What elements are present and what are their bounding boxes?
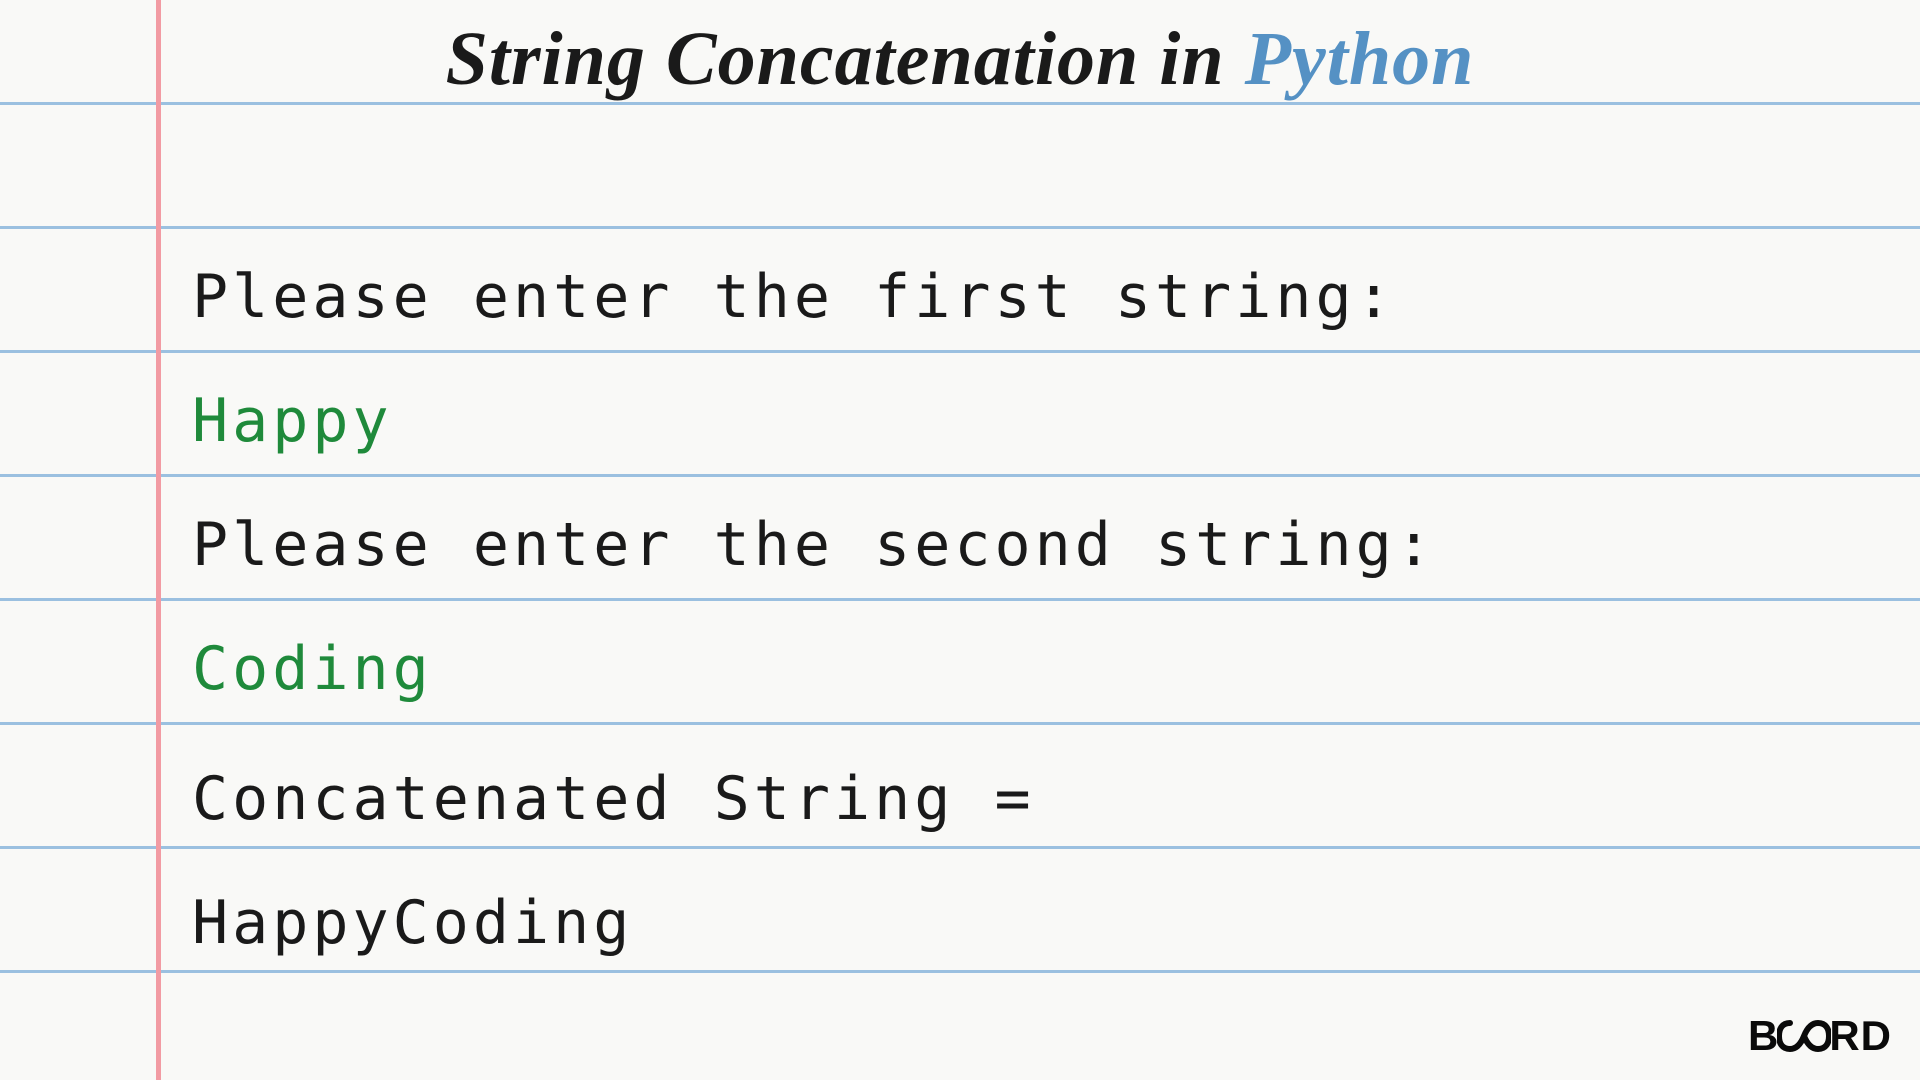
title-accent: Python [1245,17,1475,101]
logo-left: B [1748,1012,1779,1060]
rule-line [0,226,1920,229]
margin-line [156,0,161,1080]
prompt-second-string: Please enter the second string: [192,510,1436,580]
prompt-first-string: Please enter the first string: [192,262,1396,332]
infinity-icon [1777,1019,1831,1053]
rule-line [0,474,1920,477]
rule-line [0,722,1920,725]
notebook-paper: String Concatenation in Python Please en… [0,0,1920,1080]
board-logo: B RD [1748,1012,1892,1060]
input-first-string: Happy [192,386,393,456]
result-value: HappyCoding [192,888,633,958]
rule-line [0,598,1920,601]
title-main: String Concatenation in [446,17,1245,101]
rule-line [0,350,1920,353]
result-label: Concatenated String = [192,764,1075,834]
logo-right: RD [1829,1012,1892,1060]
input-second-string: Coding [192,634,433,704]
rule-line [0,846,1920,849]
rule-line [0,970,1920,973]
page-title: String Concatenation in Python [0,16,1920,103]
